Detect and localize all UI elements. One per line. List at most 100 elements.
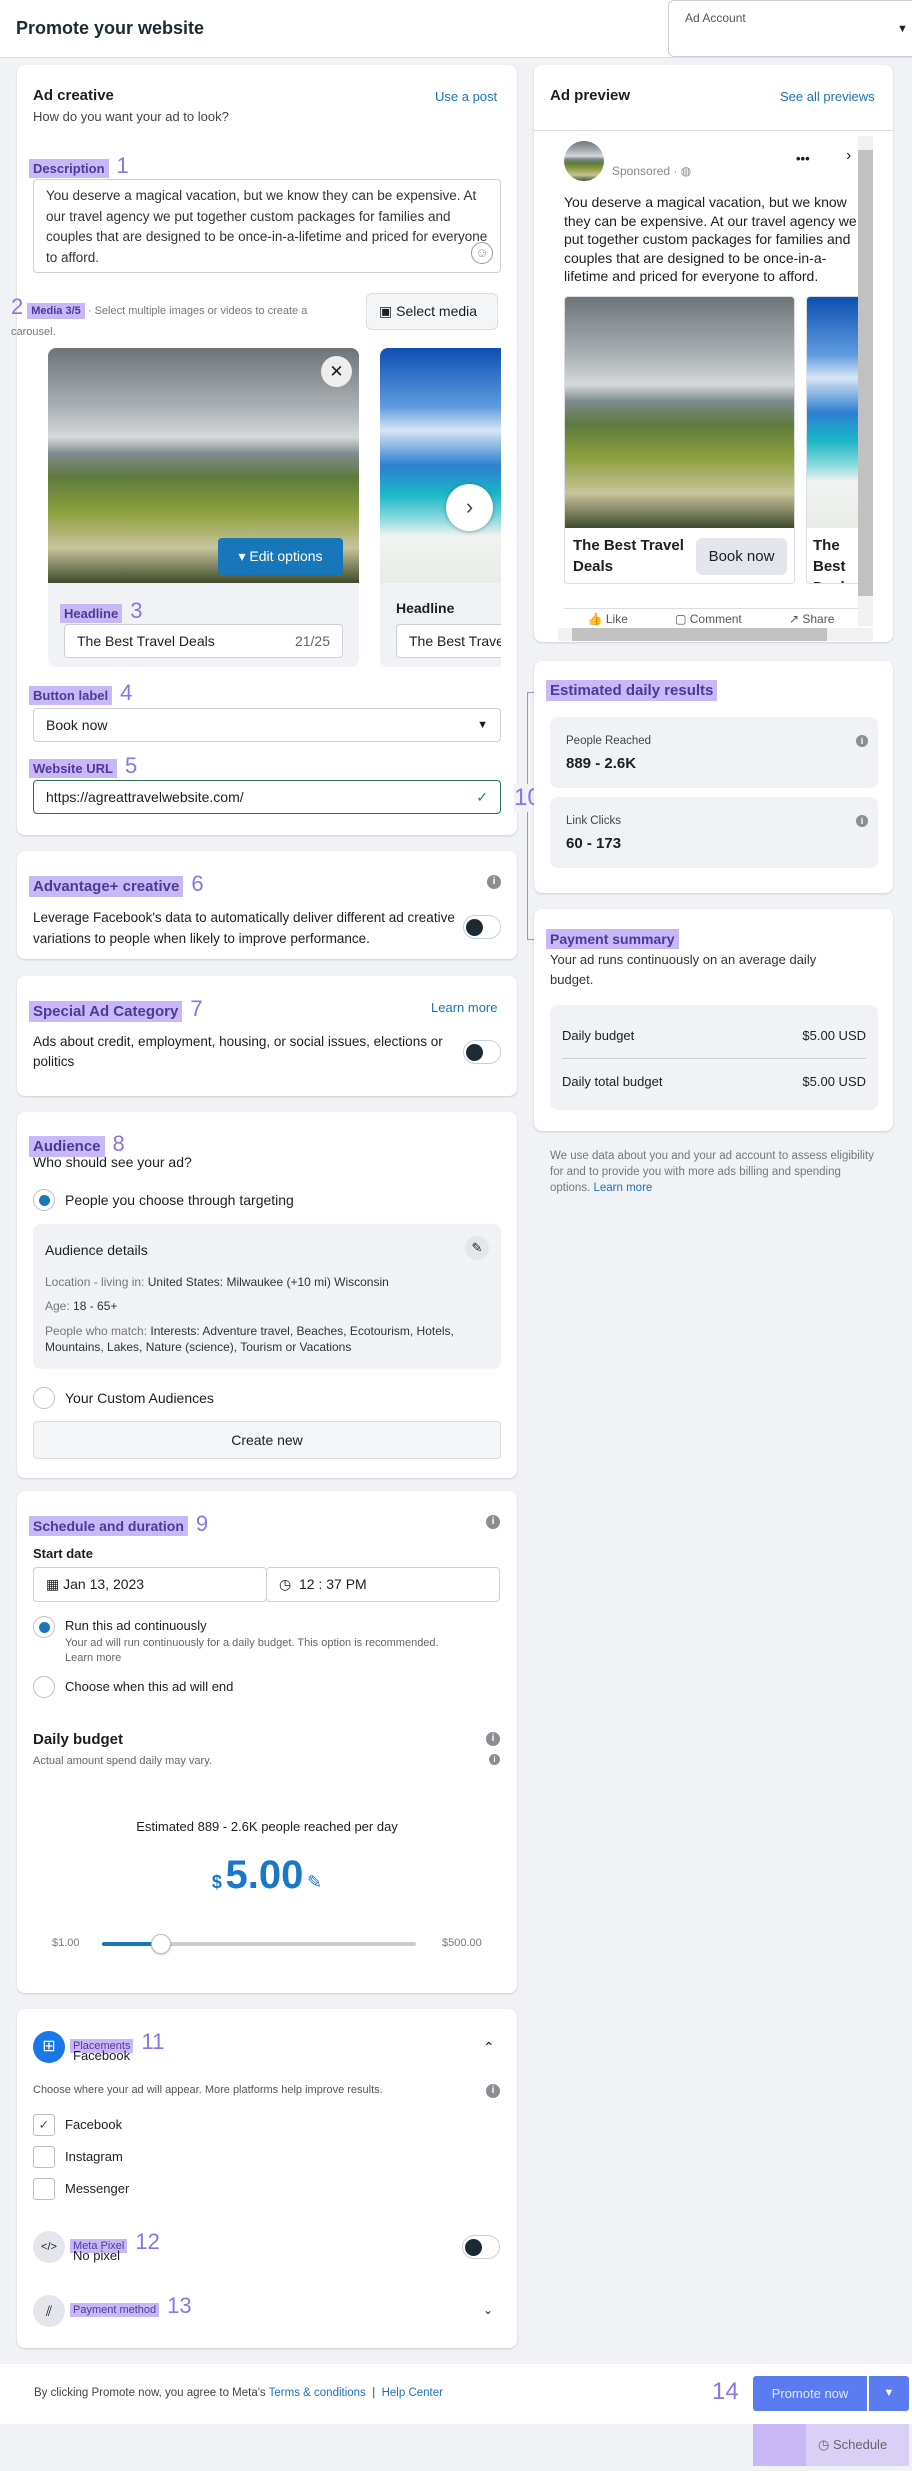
header: Promote your website Ad Account ▼ xyxy=(0,0,912,58)
select-media-button[interactable]: ▣ Select media xyxy=(366,293,498,330)
info-icon[interactable]: i xyxy=(486,1515,500,1529)
create-new-button[interactable]: Create new xyxy=(33,1421,501,1459)
daily-budget-value: $5.00 USD xyxy=(802,1028,866,1043)
advantage-title: Advantage+ creative xyxy=(29,876,184,897)
clock-icon: ◷ xyxy=(279,1576,292,1592)
info-icon[interactable]: i xyxy=(487,875,501,889)
placements-grid-icon: ⊞ xyxy=(33,2031,65,2063)
info-icon[interactable]: i xyxy=(856,735,868,747)
headline-label-row: Headline 3 xyxy=(60,598,142,624)
horizontal-scrollbar[interactable] xyxy=(558,628,873,641)
website-url-value: https://agreattravelwebsite.com/ xyxy=(46,789,244,805)
info-icon[interactable]: i xyxy=(486,2084,500,2098)
see-all-previews-link[interactable]: See all previews xyxy=(780,89,875,104)
headline-input[interactable]: The Best Travel Deals 21/25 xyxy=(64,624,343,658)
info-icon[interactable]: i xyxy=(486,1732,500,1746)
ad-account-select[interactable]: Ad Account ▼ xyxy=(668,0,912,57)
daily-budget-hint: Actual amount spend daily may vary. xyxy=(33,1755,212,1767)
time-input[interactable]: ◷ 12 : 37 PM xyxy=(266,1567,500,1602)
audience-details-box: Audience details ✎ Location - living in:… xyxy=(33,1224,501,1369)
meta-pixel-value: No pixel xyxy=(73,2248,120,2263)
promote-dropdown-button[interactable]: ▼ xyxy=(869,2376,909,2411)
chevron-right-icon[interactable]: › xyxy=(846,147,851,165)
info-icon[interactable]: i xyxy=(856,815,868,827)
select-media-label: Select media xyxy=(396,303,478,319)
link-clicks-label: Link Clicks xyxy=(566,815,621,827)
headline-input-2[interactable]: The Best Travel xyxy=(396,624,501,658)
slider-thumb[interactable] xyxy=(150,1934,171,1954)
placement-checkbox-messenger[interactable] xyxy=(33,2178,55,2200)
payment-method-title[interactable]: Payment method xyxy=(70,2303,160,2317)
placement-checkbox-facebook[interactable]: ✓ xyxy=(33,2114,55,2136)
preview-carousel-card-1[interactable]: The Best Travel Deals Book now xyxy=(564,296,795,584)
edit-pencil-icon[interactable]: ✎ xyxy=(465,1236,489,1260)
daily-budget-label: Daily budget xyxy=(562,1028,635,1043)
button-label-row: Button label 4 xyxy=(29,680,132,706)
help-center-link[interactable]: Help Center xyxy=(382,2387,443,2399)
preview-image-mountain xyxy=(565,297,794,528)
comment-button[interactable]: ▢ Comment xyxy=(675,612,742,628)
use-post-link[interactable]: Use a post xyxy=(435,89,497,104)
chevron-up-icon[interactable]: ⌃ xyxy=(483,2039,495,2056)
chevron-down-icon: ▼ xyxy=(883,2387,895,2399)
ad-preview-card: Ad preview See all previews Sponsored · … xyxy=(534,65,893,642)
ad-account-label: Ad Account xyxy=(685,11,746,25)
annotation-number: 12 xyxy=(135,2229,160,2254)
create-new-label: Create new xyxy=(231,1432,303,1448)
terms-link[interactable]: Terms & conditions xyxy=(269,2387,366,2399)
ad-creative-title: Ad creative xyxy=(33,87,114,104)
meta-pixel-toggle[interactable] xyxy=(462,2235,500,2259)
edit-options-button[interactable]: ▾ Edit options xyxy=(218,538,343,575)
footer-bar: By clicking Promote now, you agree to Me… xyxy=(0,2364,912,2424)
emoji-icon[interactable]: ☺ xyxy=(471,242,493,264)
info-icon[interactable]: i xyxy=(489,1754,500,1765)
vertical-scrollbar[interactable] xyxy=(858,136,873,626)
carousel-next-button[interactable]: › xyxy=(446,484,493,531)
promote-now-button[interactable]: Promote now xyxy=(753,2376,867,2411)
link-clicks-stat: Link Clicks 60 - 173 i xyxy=(550,797,878,868)
schedule-button[interactable]: ◷ Schedule xyxy=(806,2424,909,2466)
edit-pencil-icon[interactable]: ✎ xyxy=(307,1872,322,1892)
learn-more-link[interactable]: Learn more xyxy=(65,1652,121,1664)
like-button[interactable]: 👍 Like xyxy=(588,612,628,628)
advantage-title-row: Advantage+ creative 6 xyxy=(29,871,204,897)
media-image-beach xyxy=(380,348,501,583)
edit-options-label: Edit options xyxy=(249,548,323,564)
advantage-toggle[interactable] xyxy=(463,915,501,939)
preview-carousel-card-2[interactable]: The Best Deals xyxy=(806,296,858,584)
special-ad-text: Ads about credit, employment, housing, o… xyxy=(33,1034,443,1069)
placement-checkbox-instagram[interactable] xyxy=(33,2146,55,2168)
special-title-row: Special Ad Category 7 xyxy=(29,996,203,1022)
age-value: 18 - 65+ xyxy=(73,1299,118,1313)
learn-more-link[interactable]: Learn more xyxy=(431,1000,497,1015)
share-button[interactable]: ↗ Share xyxy=(789,612,834,628)
choose-end-radio[interactable] xyxy=(33,1676,55,1698)
learn-more-link[interactable]: Learn more xyxy=(593,1182,652,1194)
chevron-down-icon[interactable]: ⌄ xyxy=(483,2303,493,2317)
button-label-select[interactable]: Book now ▼ xyxy=(33,708,501,742)
button-label-value: Book now xyxy=(46,717,108,733)
chevron-down-icon: ▼ xyxy=(477,719,488,731)
people-reached-label: People Reached xyxy=(566,735,652,747)
close-icon[interactable]: ✕ xyxy=(321,356,352,387)
run-continuously-radio[interactable] xyxy=(33,1616,55,1638)
budget-slider[interactable] xyxy=(102,1934,416,1954)
annotation-number: 7 xyxy=(190,996,203,1021)
targeting-radio[interactable] xyxy=(33,1189,55,1211)
advantage-text: Leverage Facebook's data to automaticall… xyxy=(33,910,455,946)
date-input[interactable]: ▦ Jan 13, 2023 xyxy=(33,1567,267,1602)
description-input[interactable]: You deserve a magical vacation, but we k… xyxy=(33,179,501,273)
budget-amount: $ 5.00 ✎ xyxy=(17,1853,517,1898)
daily-total-budget-label: Daily total budget xyxy=(562,1074,663,1089)
budget-summary-box: Daily budget $5.00 USD Daily total budge… xyxy=(550,1005,878,1110)
more-icon[interactable]: ••• xyxy=(796,151,810,166)
book-now-button[interactable]: Book now xyxy=(696,538,787,575)
estimated-results-card: Estimated daily results People Reached 8… xyxy=(534,661,893,893)
website-url-input[interactable]: https://agreattravelwebsite.com/ ✓ xyxy=(33,780,501,814)
reach-estimate: Estimated 889 - 2.6K people reached per … xyxy=(136,1819,398,1834)
placement-label: Instagram xyxy=(65,2149,123,2164)
headline-value-2: The Best Travel xyxy=(409,633,501,649)
custom-audiences-radio[interactable] xyxy=(33,1387,55,1409)
description-label-row: Description 1 xyxy=(29,153,129,179)
special-ad-toggle[interactable] xyxy=(463,1040,501,1064)
